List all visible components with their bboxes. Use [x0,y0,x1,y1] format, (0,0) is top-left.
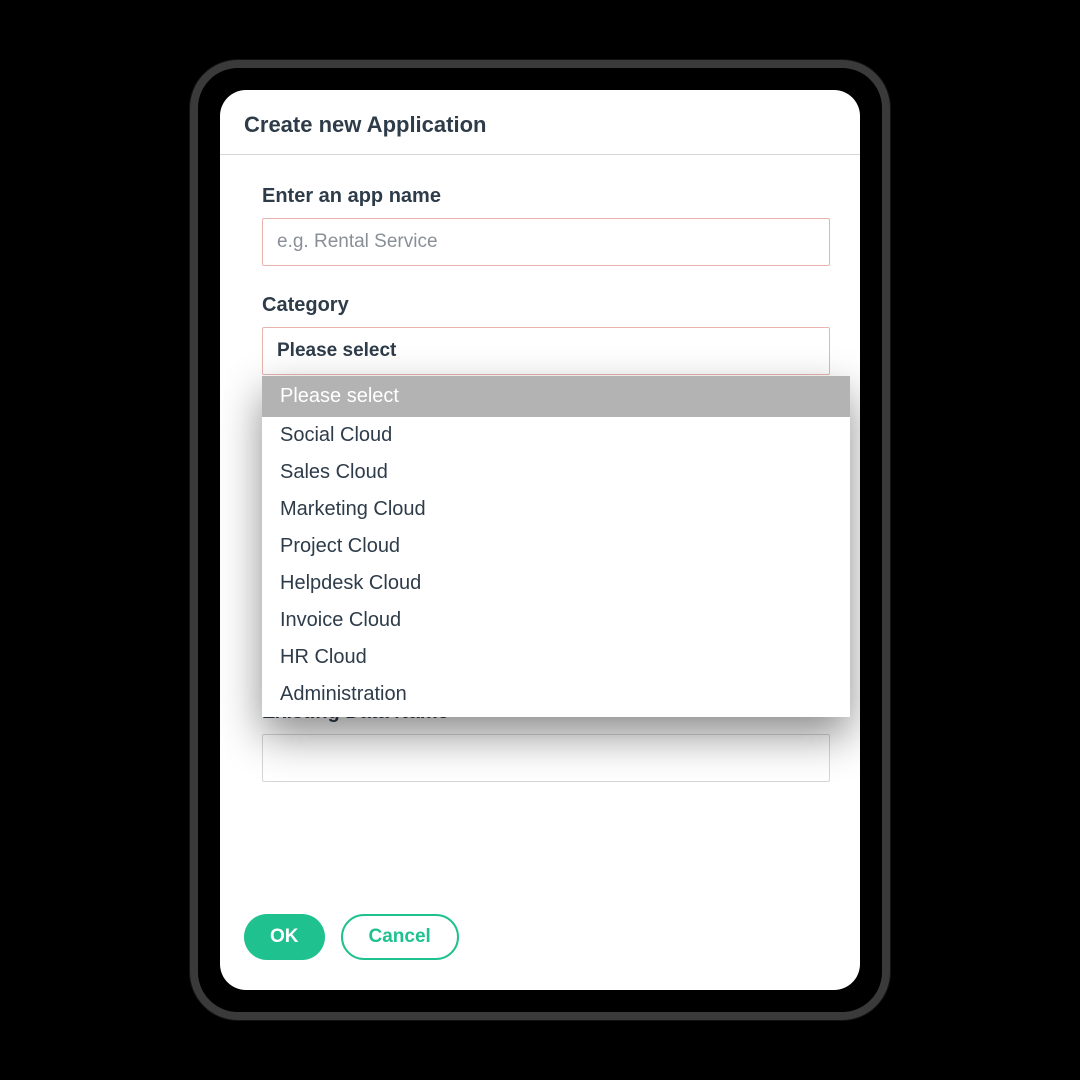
category-option-marketing-cloud[interactable]: Marketing Cloud [262,491,850,528]
category-selected-value: Please select [277,340,396,362]
dialog-screen: Create new Application Enter an app name… [220,90,860,990]
category-option-social-cloud[interactable]: Social Cloud [262,417,850,454]
category-dropdown: Please select Social Cloud Sales Cloud M… [262,376,850,717]
app-name-label: Enter an app name [262,185,830,208]
field-category: Category Please select Please select Soc… [262,294,830,635]
tablet-frame: Create new Application Enter an app name… [190,60,890,1020]
dialog-title-bar: Create new Application [220,90,860,155]
form-area: Enter an app name Category Please select… [220,155,860,914]
category-option-helpdesk-cloud[interactable]: Helpdesk Cloud [262,565,850,602]
category-option-hr-cloud[interactable]: HR Cloud [262,639,850,676]
app-name-input[interactable] [262,218,830,266]
category-option-administration[interactable]: Administration [262,676,850,713]
dialog-footer: OK Cancel [220,914,860,990]
field-app-name: Enter an app name [262,185,830,266]
category-option-sales-cloud[interactable]: Sales Cloud [262,454,850,491]
category-option-invoice-cloud[interactable]: Invoice Cloud [262,602,850,639]
cancel-button[interactable]: Cancel [341,914,459,960]
existing-data-input[interactable] [262,734,830,782]
category-option-project-cloud[interactable]: Project Cloud [262,528,850,565]
category-select[interactable]: Please select [262,327,830,375]
ok-button[interactable]: OK [244,914,325,960]
dialog-title: Create new Application [244,112,836,138]
category-option-please-select[interactable]: Please select [262,376,850,417]
category-label: Category [262,294,830,317]
